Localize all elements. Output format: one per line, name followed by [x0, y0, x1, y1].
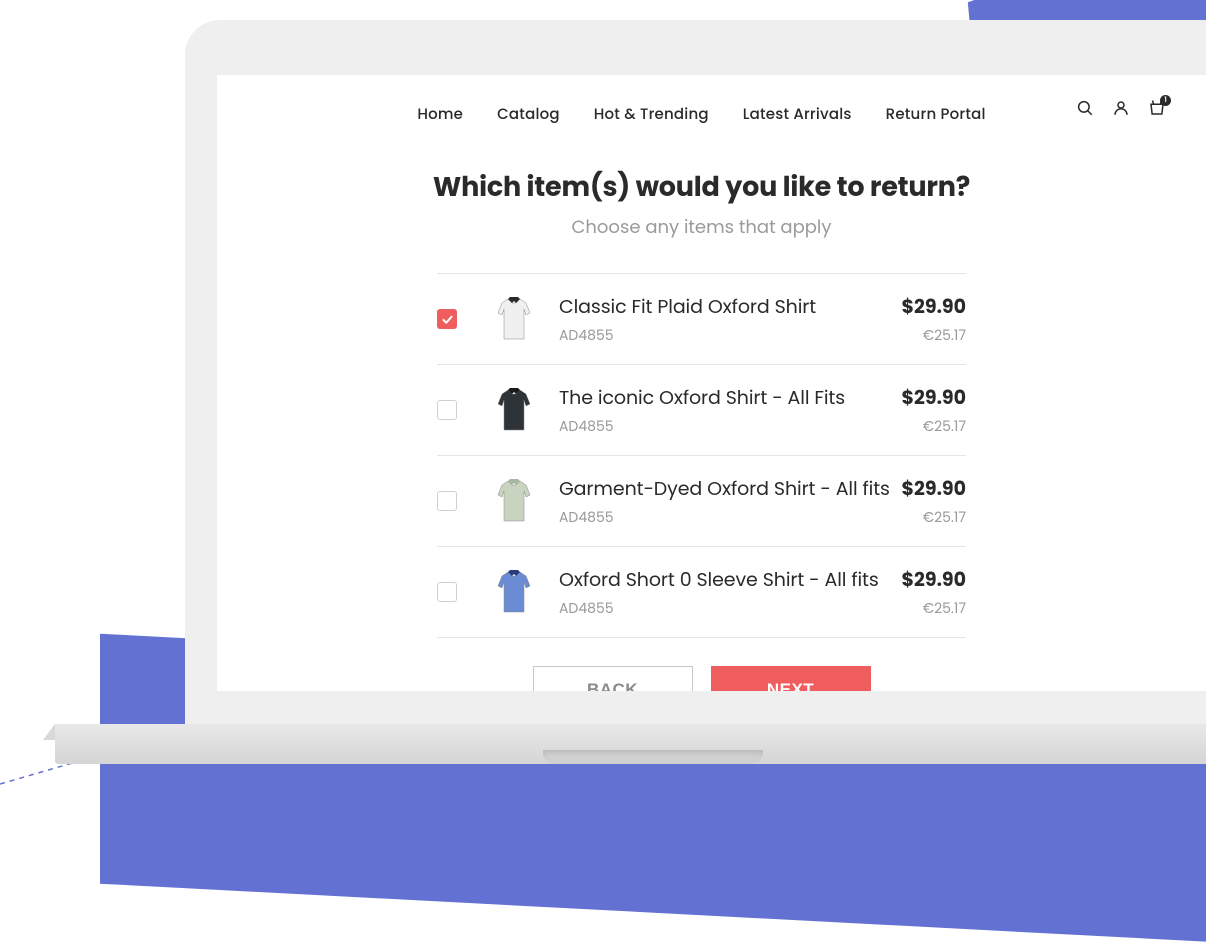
account-icon[interactable]	[1112, 99, 1130, 117]
item-checkbox[interactable]	[437, 582, 457, 602]
item-thumbnail	[489, 294, 539, 344]
main-nav: Home Catalog Hot & Trending Latest Arriv…	[217, 75, 1186, 144]
item-thumbnail	[489, 385, 539, 435]
item-info: Classic Fit Plaid Oxford Shirt AD4855	[559, 292, 902, 346]
item-sku: AD4855	[559, 507, 902, 528]
item-checkbox[interactable]	[437, 491, 457, 511]
item-row: Garment-Dyed Oxford Shirt - All fits AD48…	[437, 455, 966, 546]
item-row: Oxford Short 0 Sleeve Shirt - All fits AD…	[437, 546, 966, 638]
page-heading: Which item(s) would you like to return? …	[217, 144, 1186, 245]
laptop-notch	[543, 750, 763, 764]
item-thumbnail	[489, 567, 539, 617]
item-price: $29.90 €25.17	[902, 292, 966, 346]
item-row: The iconic Oxford Shirt - All Fits AD4855…	[437, 364, 966, 455]
nav-link-return-portal[interactable]: Return Portal	[886, 103, 986, 126]
nav-link-hot-trending[interactable]: Hot & Trending	[594, 103, 709, 126]
item-checkbox[interactable]	[437, 309, 457, 329]
item-price-main: $29.90	[902, 383, 966, 412]
nav-links: Home Catalog Hot & Trending Latest Arriv…	[417, 103, 985, 126]
item-price-main: $29.90	[902, 292, 966, 321]
item-info: The iconic Oxford Shirt - All Fits AD4855	[559, 383, 902, 437]
item-price-alt: €25.17	[902, 507, 966, 528]
item-name: Garment-Dyed Oxford Shirt - All fits	[559, 474, 902, 503]
page-subtitle: Choose any items that apply	[217, 214, 1186, 241]
page-title: Which item(s) would you like to return?	[217, 168, 1186, 208]
cart-icon[interactable]: 1	[1148, 99, 1166, 117]
item-info: Garment-Dyed Oxford Shirt - All fits AD48…	[559, 474, 902, 528]
item-sku: AD4855	[559, 325, 902, 346]
nav-link-home[interactable]: Home	[417, 103, 463, 126]
item-sku: AD4855	[559, 416, 902, 437]
next-button[interactable]: NEXT	[711, 666, 871, 691]
item-price: $29.90 €25.17	[902, 383, 966, 437]
item-info: Oxford Short 0 Sleeve Shirt - All fits AD…	[559, 565, 902, 619]
item-thumbnail	[489, 476, 539, 526]
search-icon[interactable]	[1076, 99, 1094, 117]
nav-link-latest-arrivals[interactable]: Latest Arrivals	[743, 103, 852, 126]
item-checkbox[interactable]	[437, 400, 457, 420]
cart-badge: 1	[1160, 95, 1171, 106]
item-price-alt: €25.17	[902, 598, 966, 619]
item-price-alt: €25.17	[902, 325, 966, 346]
nav-icons: 1	[1076, 99, 1166, 117]
item-name: Classic Fit Plaid Oxford Shirt	[559, 292, 902, 321]
item-name: Oxford Short 0 Sleeve Shirt - All fits	[559, 565, 902, 594]
back-button[interactable]: BACK	[533, 666, 693, 691]
item-price: $29.90 €25.17	[902, 565, 966, 619]
items-list: Classic Fit Plaid Oxford ShirtAD4855$29.…	[437, 273, 966, 638]
laptop-base	[55, 724, 1206, 764]
item-price-main: $29.90	[902, 565, 966, 594]
app-screen: Home Catalog Hot & Trending Latest Arriv…	[217, 75, 1206, 691]
item-price: $29.90 €25.17	[902, 474, 966, 528]
action-buttons: BACK NEXT	[217, 666, 1186, 691]
item-price-alt: €25.17	[902, 416, 966, 437]
nav-link-catalog[interactable]: Catalog	[497, 103, 560, 126]
item-row: Classic Fit Plaid Oxford Shirt AD4855$29.…	[437, 273, 966, 364]
item-name: The iconic Oxford Shirt - All Fits	[559, 383, 902, 412]
item-price-main: $29.90	[902, 474, 966, 503]
item-sku: AD4855	[559, 598, 902, 619]
